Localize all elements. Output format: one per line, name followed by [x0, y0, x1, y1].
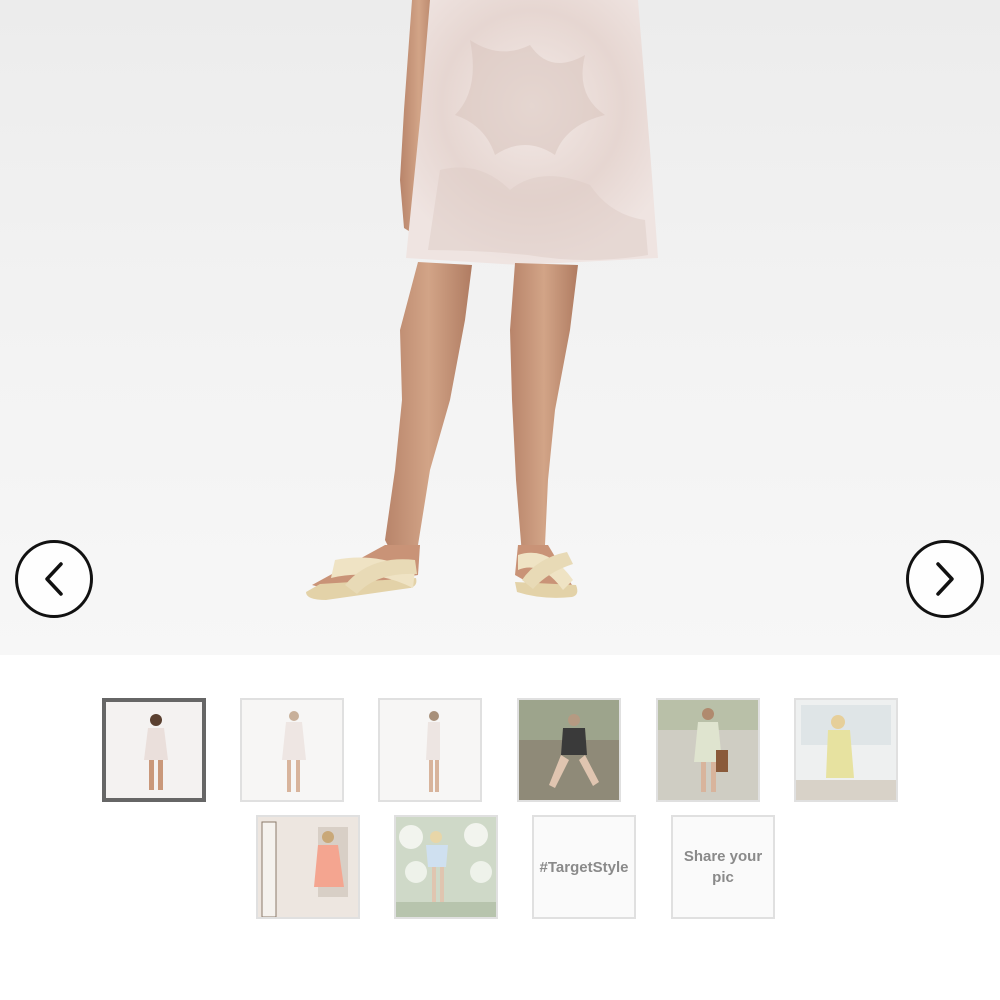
thumbnail-7[interactable] — [256, 815, 360, 919]
thumbnail-image — [258, 817, 358, 917]
chevron-left-icon — [45, 562, 63, 596]
thumbnail-4[interactable] — [517, 698, 621, 802]
share-your-pic-tile[interactable]: Share your pic — [671, 815, 775, 919]
thumbnail-2[interactable] — [240, 698, 344, 802]
thumbnail-1[interactable] — [102, 698, 206, 802]
share-your-pic-label: Share your pic — [683, 848, 763, 886]
previous-image-button[interactable] — [15, 540, 93, 618]
hashtag-label: #TargetStyle — [539, 858, 629, 876]
thumbnail-image — [396, 817, 496, 917]
thumbnail-image — [380, 700, 480, 800]
hashtag-tile[interactable]: #TargetStyle — [532, 815, 636, 919]
chevron-right-icon — [936, 562, 954, 596]
product-image — [0, 0, 1000, 655]
thumbnail-8[interactable] — [394, 815, 498, 919]
thumbnail-image — [796, 700, 896, 800]
thumbnail-image — [658, 700, 758, 800]
model-photo — [306, 0, 658, 600]
thumbnail-image — [106, 702, 202, 798]
next-image-button[interactable] — [906, 540, 984, 618]
thumbnail-5[interactable] — [656, 698, 760, 802]
thumbnail-image — [519, 700, 619, 800]
thumbnail-3[interactable] — [378, 698, 482, 802]
thumbnail-image — [242, 700, 342, 800]
thumbnail-6[interactable] — [794, 698, 898, 802]
